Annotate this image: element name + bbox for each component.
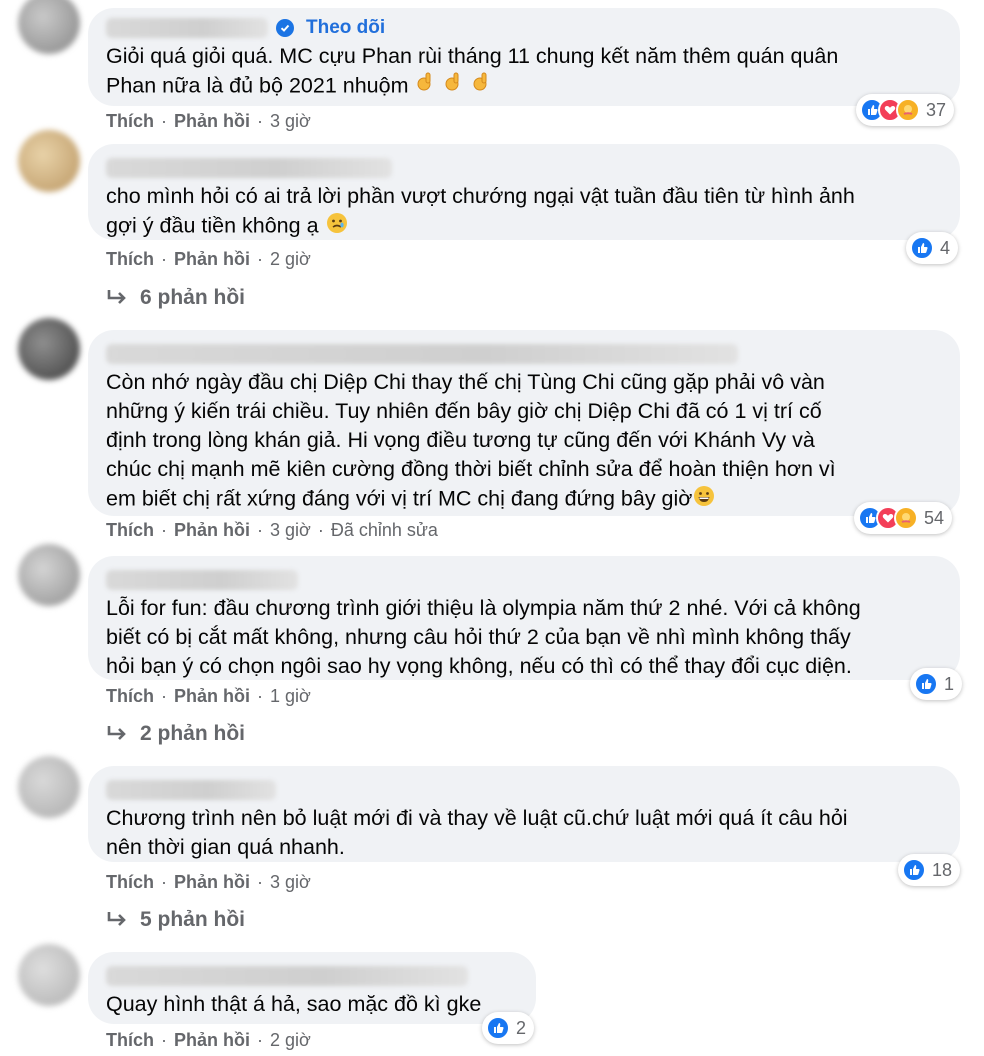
reply-button[interactable]: Phản hồi [174, 686, 250, 707]
author-name-redacted[interactable] [106, 570, 298, 590]
author-name-redacted[interactable] [106, 18, 268, 38]
reaction-summary[interactable]: 37 [856, 94, 955, 126]
reaction-summary[interactable]: 54 [854, 502, 953, 534]
author-name-redacted[interactable] [106, 158, 392, 178]
comment-bubble: Theo dõi Giỏi quá giỏi quá. MC cựu Phan … [88, 8, 960, 106]
reply-arrow-icon [107, 290, 126, 304]
avatar[interactable] [18, 0, 80, 54]
view-replies-link[interactable]: 5 phản hồi [106, 908, 245, 932]
comment-bubble: Chương trình nên bỏ luật mới đi và thay … [88, 766, 960, 862]
comment-text: Giỏi quá giỏi quá. MC cựu Phan rùi tháng… [106, 42, 942, 103]
verified-check-icon [276, 19, 294, 37]
reaction-summary[interactable]: 2 [482, 1012, 535, 1044]
follow-button[interactable]: Theo dõi [306, 17, 385, 39]
comment-bubble: cho mình hỏi có ai trả lời phần vượt chư… [88, 144, 960, 240]
like-icon [902, 858, 926, 882]
comment-time[interactable]: 1 giờ [270, 686, 311, 707]
like-button[interactable]: Thích [106, 1030, 154, 1051]
comment-time[interactable]: 3 giờ [270, 520, 311, 541]
comment-time[interactable]: 3 giờ [270, 872, 311, 893]
reaction-count: 4 [940, 237, 951, 258]
reaction-count: 37 [926, 99, 947, 120]
edited-label[interactable]: Đã chỉnh sửa [331, 520, 438, 541]
comment-text: Lỗi for fun: đầu chương trình giới thiệu… [106, 596, 861, 678]
comment-actions: Thích · Phản hồi · 3 giờ · Đã chỉnh sửa [106, 520, 438, 541]
comment-actions: Thích · Phản hồi · 1 giờ [106, 686, 311, 707]
care-icon [894, 506, 918, 530]
comment-actions: Thích · Phản hồi · 2 giờ [106, 249, 311, 270]
like-icon [914, 672, 938, 696]
comment-time[interactable]: 2 giờ [270, 1030, 311, 1051]
comment-text: Còn nhớ ngày đầu chị Diệp Chi thay thế c… [106, 368, 942, 516]
reaction-count: 2 [516, 1017, 527, 1038]
avatar[interactable] [18, 944, 80, 1006]
reaction-count: 54 [924, 507, 945, 528]
author-name-redacted[interactable] [106, 780, 276, 800]
comment-actions: Thích · Phản hồi · 3 giờ [106, 872, 311, 893]
comment-text: Chương trình nên bỏ luật mới đi và thay … [106, 806, 848, 859]
like-button[interactable]: Thích [106, 686, 154, 707]
reaction-summary[interactable]: 18 [898, 854, 961, 886]
author-name-redacted[interactable] [106, 966, 468, 986]
like-button[interactable]: Thích [106, 249, 154, 270]
reaction-count: 18 [932, 859, 953, 880]
like-button[interactable]: Thích [106, 520, 154, 541]
avatar[interactable] [18, 756, 80, 818]
reply-button[interactable]: Phản hồi [174, 1030, 250, 1051]
reply-arrow-icon [107, 726, 126, 740]
comment-actions: Thích · Phản hồi · 2 giờ [106, 1030, 311, 1051]
ok-hand-icon [414, 71, 498, 103]
reply-button[interactable]: Phản hồi [174, 872, 250, 893]
comment-text: Quay hình thật á hả, sao mặc đồ kì gke [106, 992, 482, 1016]
avatar[interactable] [18, 130, 80, 192]
reply-button[interactable]: Phản hồi [174, 249, 250, 270]
reaction-summary[interactable]: 1 [910, 668, 963, 700]
like-button[interactable]: Thích [106, 111, 154, 132]
reaction-count: 1 [944, 673, 955, 694]
author-name-redacted[interactable] [106, 344, 738, 364]
comment-text: cho mình hỏi có ai trả lời phần vượt chư… [106, 182, 942, 243]
avatar[interactable] [18, 544, 80, 606]
view-replies-link[interactable]: 2 phản hồi [106, 722, 245, 746]
sad-smile-icon [325, 211, 349, 243]
like-button[interactable]: Thích [106, 872, 154, 893]
reply-arrow-icon [107, 912, 126, 926]
comment-bubble: Lỗi for fun: đầu chương trình giới thiệu… [88, 556, 960, 680]
view-replies-link[interactable]: 6 phản hồi [106, 286, 245, 310]
reply-button[interactable]: Phản hồi [174, 111, 250, 132]
grin-icon [692, 484, 716, 516]
reply-button[interactable]: Phản hồi [174, 520, 250, 541]
like-icon [486, 1016, 510, 1040]
like-icon [910, 236, 934, 260]
comment-time[interactable]: 3 giờ [270, 111, 311, 132]
reaction-summary[interactable]: 4 [906, 232, 959, 264]
comment-bubble: Quay hình thật á hả, sao mặc đồ kì gke [88, 952, 536, 1024]
care-icon [896, 98, 920, 122]
avatar[interactable] [18, 318, 80, 380]
comment-bubble: Còn nhớ ngày đầu chị Diệp Chi thay thế c… [88, 330, 960, 516]
comment-time[interactable]: 2 giờ [270, 249, 311, 270]
comment-actions: Thích · Phản hồi · 3 giờ [106, 111, 311, 132]
